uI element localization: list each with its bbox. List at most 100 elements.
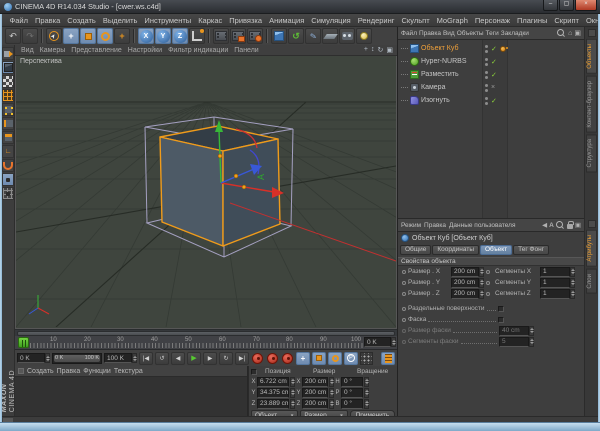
last-tool-button[interactable]: + xyxy=(114,28,130,44)
size-x-field[interactable]: 200 cm xyxy=(302,377,328,387)
render-picture-viewer-button[interactable] xyxy=(230,28,246,44)
menu-file[interactable]: Файл xyxy=(6,16,31,25)
workplane-lock-button[interactable] xyxy=(2,173,14,186)
make-editable-button[interactable] xyxy=(2,47,14,60)
coords-checkbox[interactable] xyxy=(251,369,257,375)
current-frame-value[interactable]: 0 K xyxy=(17,353,45,363)
menu-edit[interactable]: Правка xyxy=(31,16,63,25)
stepper[interactable] xyxy=(364,388,369,398)
am-menu-userdata[interactable]: Данные пользователя xyxy=(449,222,515,229)
object-name[interactable]: Hyper-NURBS xyxy=(421,58,467,65)
home-icon[interactable]: ⌂ xyxy=(568,30,572,37)
object-row-bend[interactable]: Изогнуть ✓ xyxy=(398,94,584,107)
menu-character[interactable]: Персонаж xyxy=(471,16,513,25)
snap-button[interactable] xyxy=(2,159,14,172)
search-icon[interactable] xyxy=(556,221,565,230)
total-frames-field[interactable]: 100 K xyxy=(104,353,137,363)
minimize-button[interactable]: – xyxy=(543,0,558,11)
lock-z-button[interactable]: Z xyxy=(172,28,188,44)
stepper[interactable] xyxy=(290,388,295,398)
key-parameter-toggle[interactable]: P xyxy=(344,352,358,365)
menu-sculpt[interactable]: Скульпт xyxy=(398,16,433,25)
om-menu-view[interactable]: Вид xyxy=(443,30,455,37)
object-name[interactable]: Разместить xyxy=(421,71,459,78)
edges-mode-button[interactable] xyxy=(2,117,14,130)
menu-script[interactable]: Скрипт xyxy=(551,16,583,25)
stepper[interactable] xyxy=(364,399,369,409)
object-name[interactable]: Объект Куб xyxy=(421,45,458,52)
material-list-area[interactable] xyxy=(15,377,247,415)
add-subdivision-button[interactable]: ↺ xyxy=(288,28,304,44)
tab-phong[interactable]: Тег Фонг xyxy=(513,245,549,255)
tab-content-browser[interactable]: Контент-браузер xyxy=(586,76,597,133)
om-menu-edit[interactable]: Правка xyxy=(419,30,441,37)
title-bar[interactable]: CINEMA 4D R14.034 Studio - [cwer.ws.c4d]… xyxy=(0,0,600,14)
om-menu-tags[interactable]: Теги xyxy=(486,30,499,37)
goto-start-button[interactable]: |◀ xyxy=(139,352,153,365)
total-frames-value[interactable]: 100 K xyxy=(104,353,132,363)
key-pla-toggle[interactable] xyxy=(360,352,373,365)
lock-icon[interactable] xyxy=(567,224,573,229)
tab-basic[interactable]: Общие xyxy=(400,245,431,255)
pan-view-icon[interactable]: + xyxy=(364,46,368,54)
rotation-h-field[interactable]: 0 ° xyxy=(341,377,363,387)
object-name[interactable]: Камера xyxy=(421,84,445,91)
stepper[interactable] xyxy=(479,289,484,299)
add-floor-button[interactable] xyxy=(322,28,338,44)
rotate-tool-button[interactable] xyxy=(97,28,113,44)
om-menu-file[interactable]: Файл xyxy=(401,30,417,37)
panel-pin-icon[interactable] xyxy=(588,220,596,228)
tab-objects[interactable]: Объекты xyxy=(586,39,597,74)
menu-mograph[interactable]: MoGraph xyxy=(433,16,471,25)
enable-check-icon[interactable]: ✓ xyxy=(491,58,497,66)
play-mode-button[interactable]: ↻ xyxy=(219,352,233,365)
rotation-p-field[interactable]: 0 ° xyxy=(341,388,363,398)
object-row-place[interactable]: Разместить ✓ xyxy=(398,68,584,81)
coord-system-button[interactable] xyxy=(189,28,205,44)
stepper[interactable] xyxy=(570,289,575,299)
om-menu-bookmarks[interactable]: Закладки xyxy=(501,30,529,37)
uv-mode-button[interactable] xyxy=(2,89,14,102)
polygons-mode-button[interactable] xyxy=(2,131,14,144)
close-button[interactable]: × xyxy=(575,0,597,11)
history-back-icon[interactable]: ◀ xyxy=(542,221,547,229)
workplane-button[interactable] xyxy=(2,187,14,200)
stepper[interactable] xyxy=(479,267,484,277)
texture-mode-button[interactable] xyxy=(2,75,14,88)
am-menu-edit[interactable]: Правка xyxy=(424,222,446,229)
segments-y-input[interactable]: 1 xyxy=(540,278,570,288)
render-view-button[interactable] xyxy=(213,28,229,44)
menu-simulate[interactable]: Симуляция xyxy=(308,16,354,25)
goto-end-button[interactable]: ▶| xyxy=(235,352,249,365)
render-settings-button[interactable] xyxy=(247,28,263,44)
autokey-button[interactable] xyxy=(267,353,278,364)
segments-x-input[interactable]: 1 xyxy=(540,267,570,277)
enable-check-icon[interactable]: ✓ xyxy=(491,45,497,53)
stepper[interactable] xyxy=(479,278,484,288)
toggle-view-icon[interactable]: ▣ xyxy=(386,46,393,54)
vp-menu-filter[interactable]: Фильтр индикации xyxy=(166,47,230,54)
points-mode-button[interactable] xyxy=(2,103,14,116)
size-z-field[interactable]: 200 cm xyxy=(302,399,328,409)
key-scale-toggle[interactable] xyxy=(312,352,326,365)
preview-range-slider[interactable]: 0 K 100 K xyxy=(52,353,102,364)
frame-field[interactable]: 0 K xyxy=(364,337,396,347)
disable-cross-icon[interactable]: × xyxy=(491,84,495,91)
om-menu-objects[interactable]: Объекты xyxy=(457,30,484,37)
mat-menu-edit[interactable]: Правка xyxy=(57,368,81,375)
vp-menu-panel[interactable]: Панели xyxy=(232,47,260,54)
keyframe-dot-icon[interactable] xyxy=(486,270,490,274)
object-row-cube[interactable]: Объект Куб ✓ xyxy=(398,42,584,55)
record-options-button[interactable] xyxy=(282,353,293,364)
vp-menu-view[interactable]: Вид xyxy=(19,47,36,54)
add-spline-button[interactable]: ✎ xyxy=(305,28,321,44)
tab-attributes[interactable]: Атрибуты xyxy=(586,230,597,267)
lock-x-button[interactable]: X xyxy=(138,28,154,44)
panel-icon[interactable]: ▣ xyxy=(575,221,581,229)
add-light-button[interactable] xyxy=(356,28,372,44)
redo-button[interactable]: ↷ xyxy=(22,28,38,44)
position-y-field[interactable]: 34.375 cm xyxy=(257,388,289,398)
current-frame-field[interactable]: 0 K xyxy=(17,353,50,363)
am-menu-mode[interactable]: Режим xyxy=(401,222,421,229)
menu-plugins[interactable]: Плагины xyxy=(513,16,550,25)
